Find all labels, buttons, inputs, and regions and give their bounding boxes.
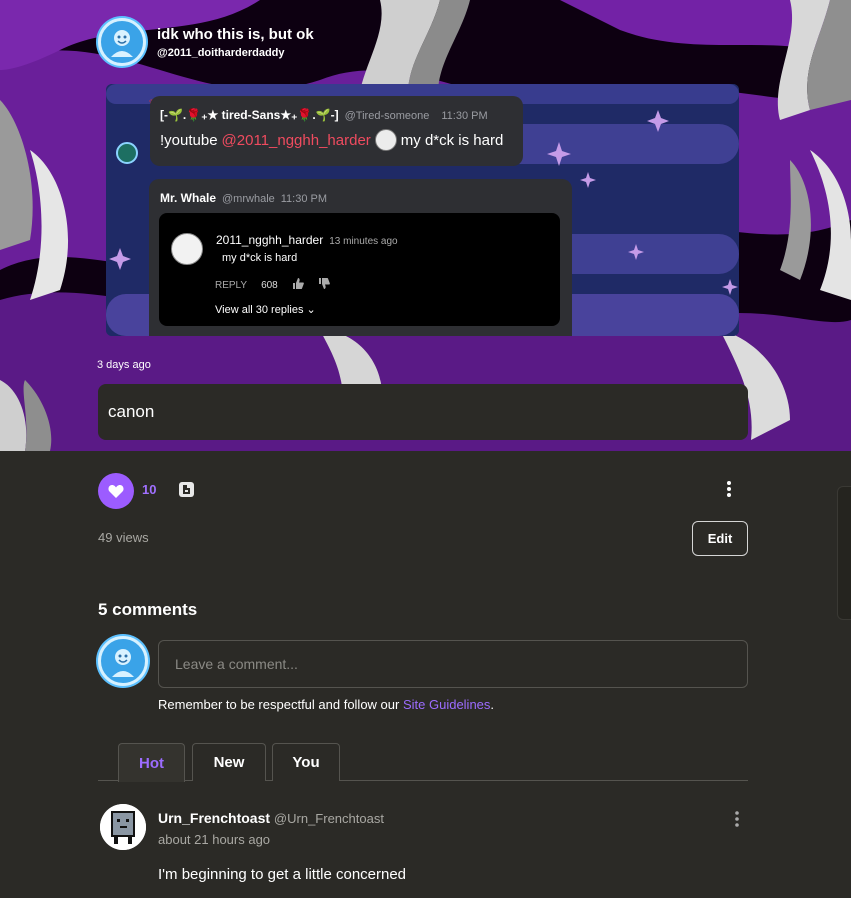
msg2-handle: @mrwhale (222, 193, 275, 205)
comment-sort-tabs: Hot New You (98, 743, 748, 782)
like-button[interactable] (98, 473, 134, 509)
chevron-down-icon: ⌄ (306, 304, 316, 316)
discord-message-1: [-🌱.🌹₊★ tired-Sans★₊🌹.🌱-] @Tired-someone… (150, 96, 523, 166)
comment-more-options-icon[interactable] (729, 810, 745, 828)
author-handle[interactable]: @2011_doitharderdaddy (157, 47, 314, 59)
youtube-comment-embed: 2011_ngghh_harder 13 minutes ago my d*ck … (159, 213, 560, 326)
view-count: 49 views (98, 530, 149, 545)
comment-handle: @Urn_Frenchtoast (273, 811, 384, 826)
post-image[interactable]: ♛ [-🌱.🌹₊★ tired-Sans★₊🌹.🌱-] @Tired-someo… (106, 84, 739, 336)
yt-text: my d*ck is hard (222, 252, 298, 264)
thumbs-down-icon (318, 278, 330, 292)
msg1-handle: @Tired-someone (344, 110, 430, 122)
tab-new[interactable]: New (192, 743, 266, 781)
comment-input[interactable] (158, 640, 748, 688)
yt-avatar (171, 233, 203, 265)
thumbs-up-icon (292, 278, 304, 292)
current-user-avatar[interactable] (98, 636, 148, 686)
author-avatar[interactable] (98, 18, 146, 66)
msg1-text-a: !youtube (160, 131, 218, 149)
tab-hot[interactable]: Hot (118, 743, 185, 782)
discord-message-2: Mr. Whale @mrwhale 11:30 PM 2011_ngghh_h… (149, 179, 572, 336)
msg1-inline-avatar (374, 129, 397, 151)
guidelines-notice: Remember to be respectful and follow our… (158, 697, 494, 712)
like-count: 10 (142, 482, 157, 497)
pixel-character-icon (100, 804, 146, 850)
msg1-mention: @2011_ngghh_harder (221, 131, 371, 149)
msg1-text-b: my d*ck is hard (400, 131, 504, 149)
post-more-options-icon[interactable] (721, 479, 737, 499)
post-author[interactable]: idk who this is, but ok @2011_doitharder… (98, 18, 314, 66)
post-banner: idk who this is, but ok @2011_doitharder… (0, 0, 851, 451)
avatar-face-icon (111, 30, 133, 57)
yt-like-count: 608 (261, 279, 278, 291)
comment-author-line: Urn_Frenchtoast @Urn_Frenchtoast (158, 810, 384, 826)
post-timestamp: 3 days ago (97, 359, 151, 371)
yt-view-all: View all 30 replies (215, 304, 304, 316)
post-title: idk who this is, but ok (157, 25, 314, 43)
post-caption: canon (98, 384, 748, 440)
edit-button[interactable]: Edit (692, 521, 748, 556)
side-panel-edge[interactable] (837, 486, 851, 620)
discord-side-avatar (116, 142, 138, 164)
avatar-face-icon (112, 649, 134, 677)
comment-time: about 21 hours ago (158, 832, 271, 847)
comment-author[interactable]: Urn_Frenchtoast (158, 810, 270, 826)
yt-author: 2011_ngghh_harder (216, 233, 324, 247)
msg2-author: Mr. Whale (160, 191, 217, 205)
site-guidelines-link[interactable]: Site Guidelines (403, 697, 490, 712)
msg1-author: [-🌱.🌹₊★ tired-Sans★₊🌹.🌱-] (160, 108, 339, 122)
comments-heading: 5 comments (98, 600, 198, 619)
msg2-time: 11:30 PM (280, 193, 328, 205)
msg1-time: 11:30 PM (441, 110, 488, 122)
comment-text: I'm beginning to get a little concerned (158, 866, 407, 883)
heart-icon (108, 484, 124, 498)
yt-reply: REPLY (215, 279, 248, 291)
share-icon[interactable] (178, 481, 195, 498)
guidelines-text: Remember to be respectful and follow our (158, 697, 403, 712)
tab-you[interactable]: You (272, 743, 340, 781)
comment-avatar[interactable] (100, 804, 146, 850)
guidelines-period: . (490, 697, 495, 712)
yt-ago: 13 minutes ago (329, 236, 398, 247)
